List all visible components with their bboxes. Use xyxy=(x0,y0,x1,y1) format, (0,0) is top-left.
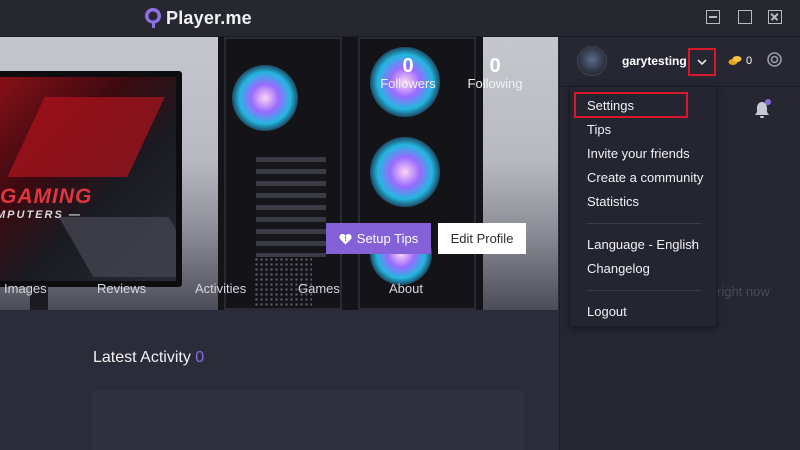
sidebar-status-text: right now xyxy=(717,284,770,299)
monitor-text-gaming: GAMING xyxy=(0,185,93,208)
user-header: garytesting 0 xyxy=(560,37,800,87)
username[interactable]: garytesting xyxy=(622,54,687,68)
title-bar: Player.me xyxy=(0,0,800,37)
maximize-icon[interactable] xyxy=(738,10,752,24)
banner-pc-case-image xyxy=(218,37,483,310)
close-icon[interactable] xyxy=(768,10,782,24)
menu-item-language[interactable]: Language - English xyxy=(587,237,699,252)
tab-activities[interactable]: Activities xyxy=(195,281,246,296)
expansion-slots xyxy=(256,157,326,257)
menu-divider xyxy=(587,290,701,291)
menu-divider xyxy=(587,223,701,224)
menu-item-tips[interactable]: Tips xyxy=(587,122,611,137)
followers-count: 0 xyxy=(402,55,414,77)
tab-reviews[interactable]: Reviews xyxy=(97,281,146,296)
menu-item-changelog[interactable]: Changelog xyxy=(587,261,650,276)
coins-icon xyxy=(728,56,742,65)
menu-item-invite-friends[interactable]: Invite your friends xyxy=(587,146,690,161)
heart-hint-icon: ! xyxy=(339,233,352,244)
player-me-logo-icon xyxy=(145,8,161,28)
followers-label: Followers xyxy=(380,76,436,91)
following-label: Following xyxy=(467,76,523,91)
following-count: 0 xyxy=(489,55,501,77)
user-menu-toggle-button[interactable] xyxy=(688,48,716,76)
following-stat[interactable]: 0 Following xyxy=(466,56,524,92)
main-content: Latest Activity 0 xyxy=(0,310,558,450)
latest-activity-label: Latest Activity xyxy=(93,349,191,366)
svg-text:!: ! xyxy=(344,236,346,243)
avatar[interactable] xyxy=(577,46,607,76)
notification-badge xyxy=(765,99,771,105)
monitor-text-computers: MPUTERS — xyxy=(0,209,82,221)
tab-about[interactable]: About xyxy=(389,281,423,296)
tab-images[interactable]: Images xyxy=(4,281,47,296)
setup-tips-label: Setup Tips xyxy=(356,231,419,246)
rgb-fan-icon xyxy=(232,65,298,131)
activity-card xyxy=(93,390,523,450)
minimize-icon[interactable] xyxy=(706,10,720,24)
tab-games[interactable]: Games xyxy=(298,281,340,296)
menu-item-create-community[interactable]: Create a community xyxy=(587,170,703,185)
user-dropdown-menu: Settings Tips Invite your friends Create… xyxy=(569,86,717,327)
edit-profile-button[interactable]: Edit Profile xyxy=(438,223,526,254)
app-title: Player.me xyxy=(166,7,252,28)
app-brand: Player.me xyxy=(144,7,252,29)
latest-activity-heading: Latest Activity 0 xyxy=(93,349,204,367)
profile-cover-banner: GAMING MPUTERS — 0 Followers 0 Following… xyxy=(0,37,558,310)
chevron-down-icon xyxy=(697,58,707,65)
menu-item-settings[interactable]: Settings xyxy=(574,92,688,118)
setup-tips-button[interactable]: ! Setup Tips xyxy=(326,223,431,254)
rgb-fan-icon xyxy=(370,137,440,207)
settings-gear-icon[interactable] xyxy=(766,51,783,68)
followers-stat[interactable]: 0 Followers xyxy=(380,56,436,92)
menu-item-statistics[interactable]: Statistics xyxy=(587,194,639,209)
menu-item-logout[interactable]: Logout xyxy=(587,304,627,319)
coin-count: 0 xyxy=(746,55,753,67)
latest-activity-count: 0 xyxy=(195,349,205,366)
chevron-right-icon: › xyxy=(691,238,695,250)
profile-tabs: Images Reviews Activities Games About xyxy=(0,281,558,297)
banner-monitor-image: GAMING MPUTERS — xyxy=(0,71,182,287)
